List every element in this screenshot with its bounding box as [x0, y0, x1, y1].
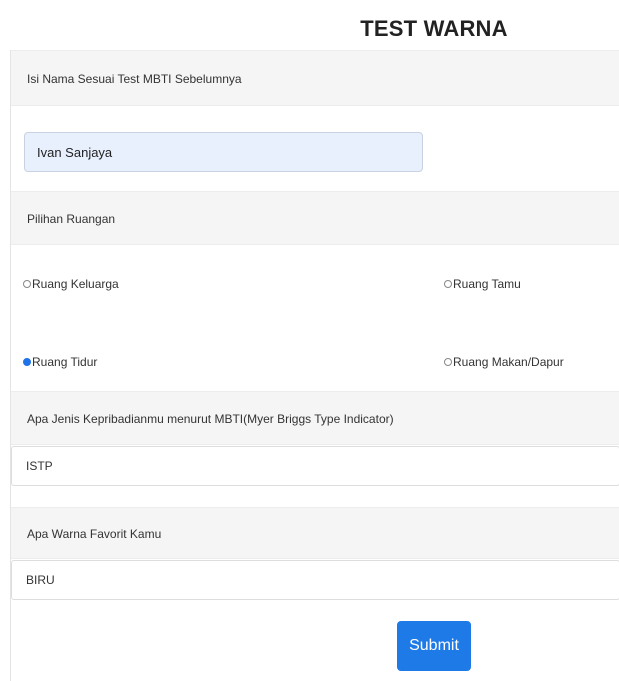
radio-circle-icon[interactable] [444, 280, 452, 288]
radio-label: Ruang Makan/Dapur [453, 355, 564, 369]
radio-selected-icon[interactable] [23, 358, 31, 366]
mbti-input[interactable] [11, 446, 619, 486]
color-section-label: Apa Warna Favorit Kamu [11, 507, 619, 559]
name-input[interactable] [24, 132, 423, 172]
page-title: TEST WARNA [360, 16, 508, 41]
test-form: Isi Nama Sesuai Test MBTI Sebelumnya Pil… [10, 50, 619, 681]
radio-label: Ruang Tamu [453, 277, 521, 291]
name-section-label: Isi Nama Sesuai Test MBTI Sebelumnya [11, 50, 619, 106]
room-section-label: Pilihan Ruangan [11, 191, 619, 245]
radio-ruang-tidur[interactable]: Ruang Tidur [23, 355, 97, 369]
submit-button[interactable]: Submit [397, 621, 471, 671]
radio-label: Ruang Tidur [32, 355, 98, 369]
radio-ruang-keluarga[interactable]: Ruang Keluarga [23, 277, 119, 291]
radio-ruang-makan-dapur[interactable]: Ruang Makan/Dapur [444, 355, 564, 369]
mbti-section-label: Apa Jenis Kepribadianmu menurut MBTI(Mye… [11, 391, 619, 445]
radio-circle-icon[interactable] [23, 280, 31, 288]
radio-label: Ruang Keluarga [32, 277, 119, 291]
favorite-color-input[interactable] [11, 560, 619, 600]
radio-ruang-tamu[interactable]: Ruang Tamu [444, 277, 521, 291]
radio-circle-icon[interactable] [444, 358, 452, 366]
